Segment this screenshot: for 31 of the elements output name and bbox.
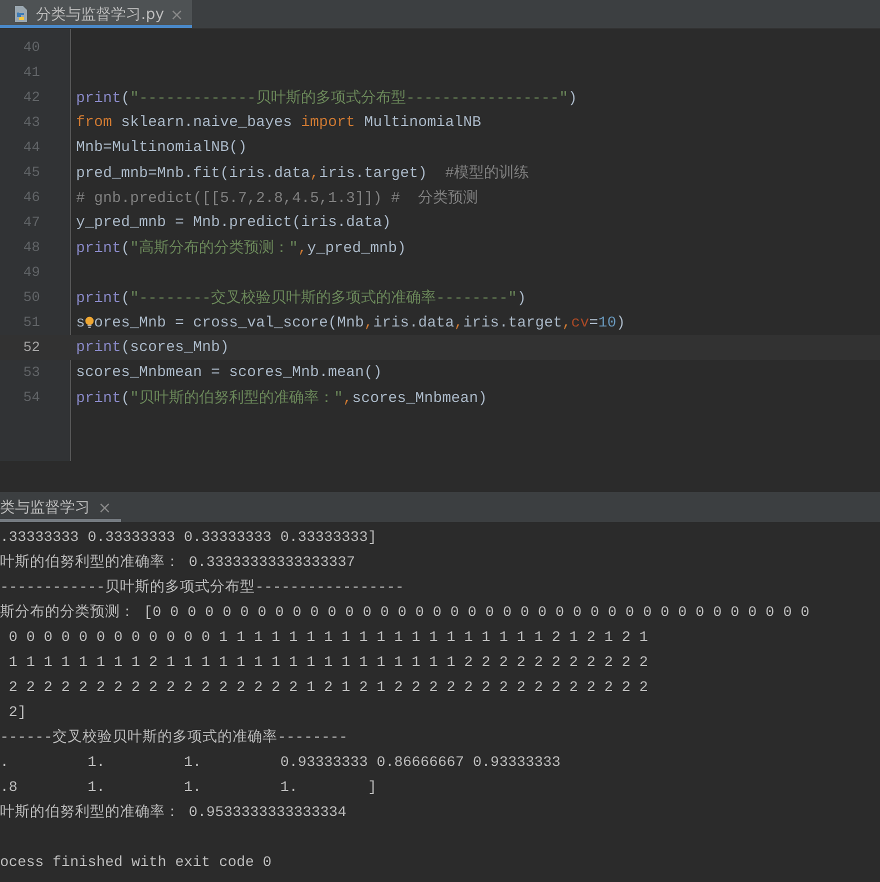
console-output-line: 0 0 0 0 0 0 0 0 0 0 0 0 1 1 1 1 1 1 1 1 1 1 1 1 1 1 1 1 1 1 1 2 1 2 1 2 1 — [8, 629, 650, 648]
console-output-line: 1 1 1 1 1 1 1 1 2 1 1 1 1 1 1 1 1 1 1 1 1 1 1 1 1 1 2 2 2 2 2 2 2 2 2 2 2 — [8, 654, 650, 673]
console-output-line: 叶斯的伯努利型的准确率： 0.33333333333333337 — [0, 552, 356, 573]
console-output-line: ------交叉校验贝叶斯的多项式的准确率-------- — [0, 728, 349, 748]
file-tab[interactable]: 分类与监督学习.py × — [0, 0, 192, 28]
console-output-line: ------------贝叶斯的多项式分布型----------------- — [0, 578, 405, 598]
code-line: s ores_Mnb = cross_val_score(Mnb,iris.data,iris.target,cv=10) — [76, 314, 626, 332]
line-number: 52 — [22, 340, 40, 356]
code-line: y_pred_mnb = Mnb.predict(iris.data) — [76, 214, 392, 231]
console-output-line: 斯分布的分类预测： [0 0 0 0 0 0 0 0 0 0 0 0 0 0 0 0 0 0 0 0 0 0 0 0 0 0 0 0 0 0 0 0 0 0 0 0 0 0 — [0, 603, 810, 623]
console-output-line: . 1. 1. 0.93333333 0.86666667 0.93333333 — [0, 754, 562, 773]
code-line: pred_mnb=Mnb.fit(iris.data,iris.target) #模型的训练 — [76, 164, 530, 182]
console-output-line: .8 1. 1. 1. ] — [0, 779, 378, 798]
code-line: print("贝叶斯的伯努利型的准确率：",scores_Mnbmean) — [76, 388, 488, 407]
code-line: print("高斯分布的分类预测：",y_pred_mnb) — [76, 238, 406, 257]
code-line: Mnb=MultinomialNB() — [76, 139, 248, 156]
console-output-line: 叶斯的伯努利型的准确率： 0.9533333333333334 — [0, 802, 348, 823]
code-line: from sklearn.naive_bayes import MultinomialNB — [76, 114, 482, 131]
code-line: scores_Mnbmean = scores_Mnb.mean() — [76, 364, 382, 381]
code-line: print("-------------贝叶斯的多项式分布型-----------------") — [76, 88, 578, 107]
code-line: print("--------交叉校验贝叶斯的多项式的准确率--------") — [76, 288, 526, 307]
code-line: print(scores_Mnb) — [76, 339, 230, 356]
code-line: # gnb.predict([[5.7,2.8,4.5,1.3]]) # 分类预测 — [76, 188, 478, 207]
console-output-line: ocess finished with exit code 0 — [0, 854, 272, 873]
tab-label: 分类与监督学习.py — [36, 4, 164, 24]
close-icon[interactable]: × — [170, 4, 184, 24]
close-icon[interactable]: × — [98, 498, 112, 516]
console-output-line: .33333333 0.33333333 0.33333333 0.33333333] — [0, 529, 378, 548]
console-output-line: 2] — [8, 704, 28, 723]
python-file-icon — [12, 5, 30, 23]
console-output-line: 2 2 2 2 2 2 2 2 2 2 2 2 2 2 2 2 2 1 2 1 2 1 2 2 2 2 2 2 2 2 2 2 2 2 2 2 2 — [8, 679, 650, 698]
